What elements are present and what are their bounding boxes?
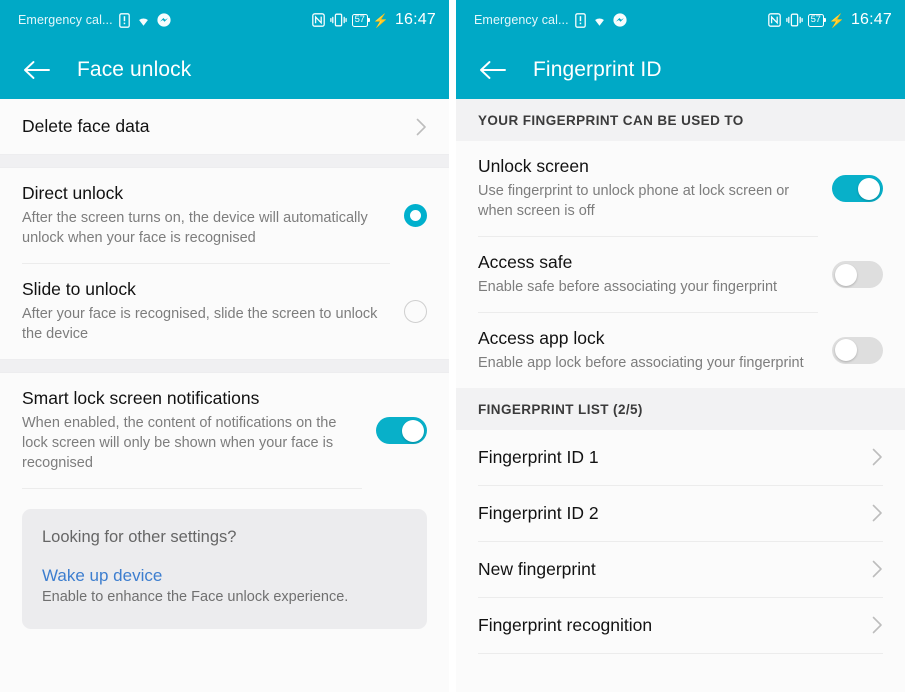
status-bar-right: Emergency cal... 57 ⚡ 16:47 xyxy=(456,0,905,40)
clock-label: 16:47 xyxy=(850,11,892,28)
list-item-fingerprint-id-2[interactable]: Fingerprint ID 2 xyxy=(456,486,905,542)
battery-level-label: 57 xyxy=(810,14,821,26)
status-bar-right-group: 57 ⚡ 16:47 xyxy=(767,11,892,29)
setting-subtitle: Use fingerprint to unlock phone at lock … xyxy=(478,182,790,219)
face-unlock-content: Delete face data Direct unlock After the… xyxy=(0,99,449,692)
fingerprint-list-section: Fingerprint ID 1 Fingerprint ID 2 New fi… xyxy=(456,429,905,654)
toggle-knob xyxy=(402,419,424,442)
fingerprint-content: YOUR FINGERPRINT CAN BE USED TO Unlock s… xyxy=(456,99,905,692)
battery-level-label: 57 xyxy=(354,14,365,26)
messenger-icon xyxy=(157,13,171,27)
fingerprint-id-screen: Emergency cal... 57 ⚡ 16:47 Fingerprint … xyxy=(456,0,905,692)
sim-card-icon xyxy=(118,12,130,28)
battery-indicator: 57 xyxy=(351,13,371,27)
screen-separator xyxy=(449,0,456,692)
list-item-new-fingerprint[interactable]: New fingerprint xyxy=(456,542,905,598)
section-header-fingerprint-list: FINGERPRINT LIST (2/5) xyxy=(456,387,905,430)
setting-title: Smart lock screen notifications xyxy=(22,387,260,408)
setting-subtitle: Enable safe before associating your fing… xyxy=(478,278,778,295)
chevron-right-icon xyxy=(872,504,883,522)
smart-lock-section: Smart lock screen notifications When ena… xyxy=(0,372,449,489)
option-subtitle: After your face is recognised, slide the… xyxy=(22,305,378,342)
carrier-label: Emergency cal... xyxy=(18,13,113,27)
status-bar-left: Emergency cal... 57 ⚡ 16:47 xyxy=(0,0,449,40)
toggle-smart-lock-screen-notifications[interactable] xyxy=(376,417,427,445)
messenger-icon xyxy=(613,13,627,27)
toggle-access-safe[interactable] xyxy=(832,261,883,289)
setting-access-safe[interactable]: Access safe Enable safe before associati… xyxy=(456,236,905,313)
clock-label: 16:47 xyxy=(394,11,436,28)
wifi-icon xyxy=(136,14,151,27)
option-title: Direct unlock xyxy=(22,183,124,203)
battery-indicator: 57 xyxy=(807,13,827,27)
page-title: Face unlock xyxy=(77,57,192,81)
app-bar-face-unlock: Face unlock xyxy=(0,40,449,99)
back-arrow-icon[interactable] xyxy=(20,53,54,87)
wake-up-device-link[interactable]: Wake up device xyxy=(42,566,407,586)
delete-face-data-section: Delete face data xyxy=(0,99,449,154)
vibrate-icon xyxy=(329,13,347,27)
option-direct-unlock[interactable]: Direct unlock After the screen turns on,… xyxy=(0,168,449,264)
dual-screenshot-container: Emergency cal... 57 ⚡ 16:47 Face unlock … xyxy=(0,0,905,692)
toggle-knob xyxy=(835,339,857,362)
setting-title: Unlock screen xyxy=(478,156,589,176)
list-item-label: Delete face data xyxy=(22,116,150,136)
option-subtitle: After the screen turns on, the device wi… xyxy=(22,209,368,246)
chevron-right-icon xyxy=(872,616,883,634)
card-description: Enable to enhance the Face unlock experi… xyxy=(42,588,349,605)
setting-subtitle: When enabled, the content of notificatio… xyxy=(22,414,337,471)
list-item-fingerprint-recognition[interactable]: Fingerprint recognition xyxy=(456,598,905,654)
page-title: Fingerprint ID xyxy=(533,57,662,81)
status-bar-left-group: Emergency cal... xyxy=(474,12,627,28)
wifi-icon xyxy=(592,14,607,27)
toggle-unlock-screen[interactable] xyxy=(832,175,883,203)
chevron-right-icon xyxy=(416,118,427,136)
list-item-fingerprint-id-1[interactable]: Fingerprint ID 1 xyxy=(456,430,905,486)
carrier-label: Emergency cal... xyxy=(474,13,569,27)
fingerprint-usage-section: Unlock screen Use fingerprint to unlock … xyxy=(456,141,905,388)
other-settings-card: Looking for other settings? Wake up devi… xyxy=(22,508,427,630)
toggle-knob xyxy=(858,177,880,200)
nfc-icon xyxy=(767,13,781,27)
section-divider-1 xyxy=(0,154,449,168)
list-item-label: Fingerprint recognition xyxy=(478,614,653,635)
option-title: Slide to unlock xyxy=(22,278,136,299)
status-bar-right-group: 57 ⚡ 16:47 xyxy=(311,11,436,29)
chevron-right-icon xyxy=(872,448,883,466)
list-item-label: New fingerprint xyxy=(478,558,596,579)
setting-title: Access safe xyxy=(478,251,573,272)
vibrate-icon xyxy=(785,13,803,27)
option-slide-to-unlock[interactable]: Slide to unlock After your face is recog… xyxy=(0,263,449,359)
back-arrow-icon[interactable] xyxy=(476,53,510,87)
setting-title: Access app lock xyxy=(478,327,605,348)
section-divider-2 xyxy=(0,358,449,373)
setting-unlock-screen[interactable]: Unlock screen Use fingerprint to unlock … xyxy=(456,141,905,237)
setting-smart-lock-screen-notifications[interactable]: Smart lock screen notifications When ena… xyxy=(0,372,449,489)
sim-card-icon xyxy=(574,12,586,28)
charging-bolt-icon: ⚡ xyxy=(828,12,845,28)
radio-direct-unlock[interactable] xyxy=(404,204,427,228)
list-item-label: Fingerprint ID 2 xyxy=(478,502,599,523)
charging-bolt-icon: ⚡ xyxy=(372,12,389,28)
chevron-right-icon xyxy=(872,560,883,578)
face-unlock-screen: Emergency cal... 57 ⚡ 16:47 Face unlock … xyxy=(0,0,449,692)
toggle-access-app-lock[interactable] xyxy=(832,336,883,364)
setting-subtitle: Enable app lock before associating your … xyxy=(478,354,804,371)
list-item-label: Fingerprint ID 1 xyxy=(478,446,599,467)
card-question: Looking for other settings? xyxy=(42,527,237,546)
nfc-icon xyxy=(311,13,325,27)
other-settings-card-wrap: Looking for other settings? Wake up devi… xyxy=(0,489,449,630)
app-bar-fingerprint-id: Fingerprint ID xyxy=(456,40,905,99)
setting-access-app-lock[interactable]: Access app lock Enable app lock before a… xyxy=(456,312,905,388)
section-header-usage: YOUR FINGERPRINT CAN BE USED TO xyxy=(456,99,905,141)
unlock-mode-section: Direct unlock After the screen turns on,… xyxy=(0,168,449,359)
list-item-delete-face-data[interactable]: Delete face data xyxy=(0,99,449,154)
toggle-knob xyxy=(835,263,857,286)
radio-slide-to-unlock[interactable] xyxy=(404,299,427,323)
status-bar-left-group: Emergency cal... xyxy=(18,12,171,28)
